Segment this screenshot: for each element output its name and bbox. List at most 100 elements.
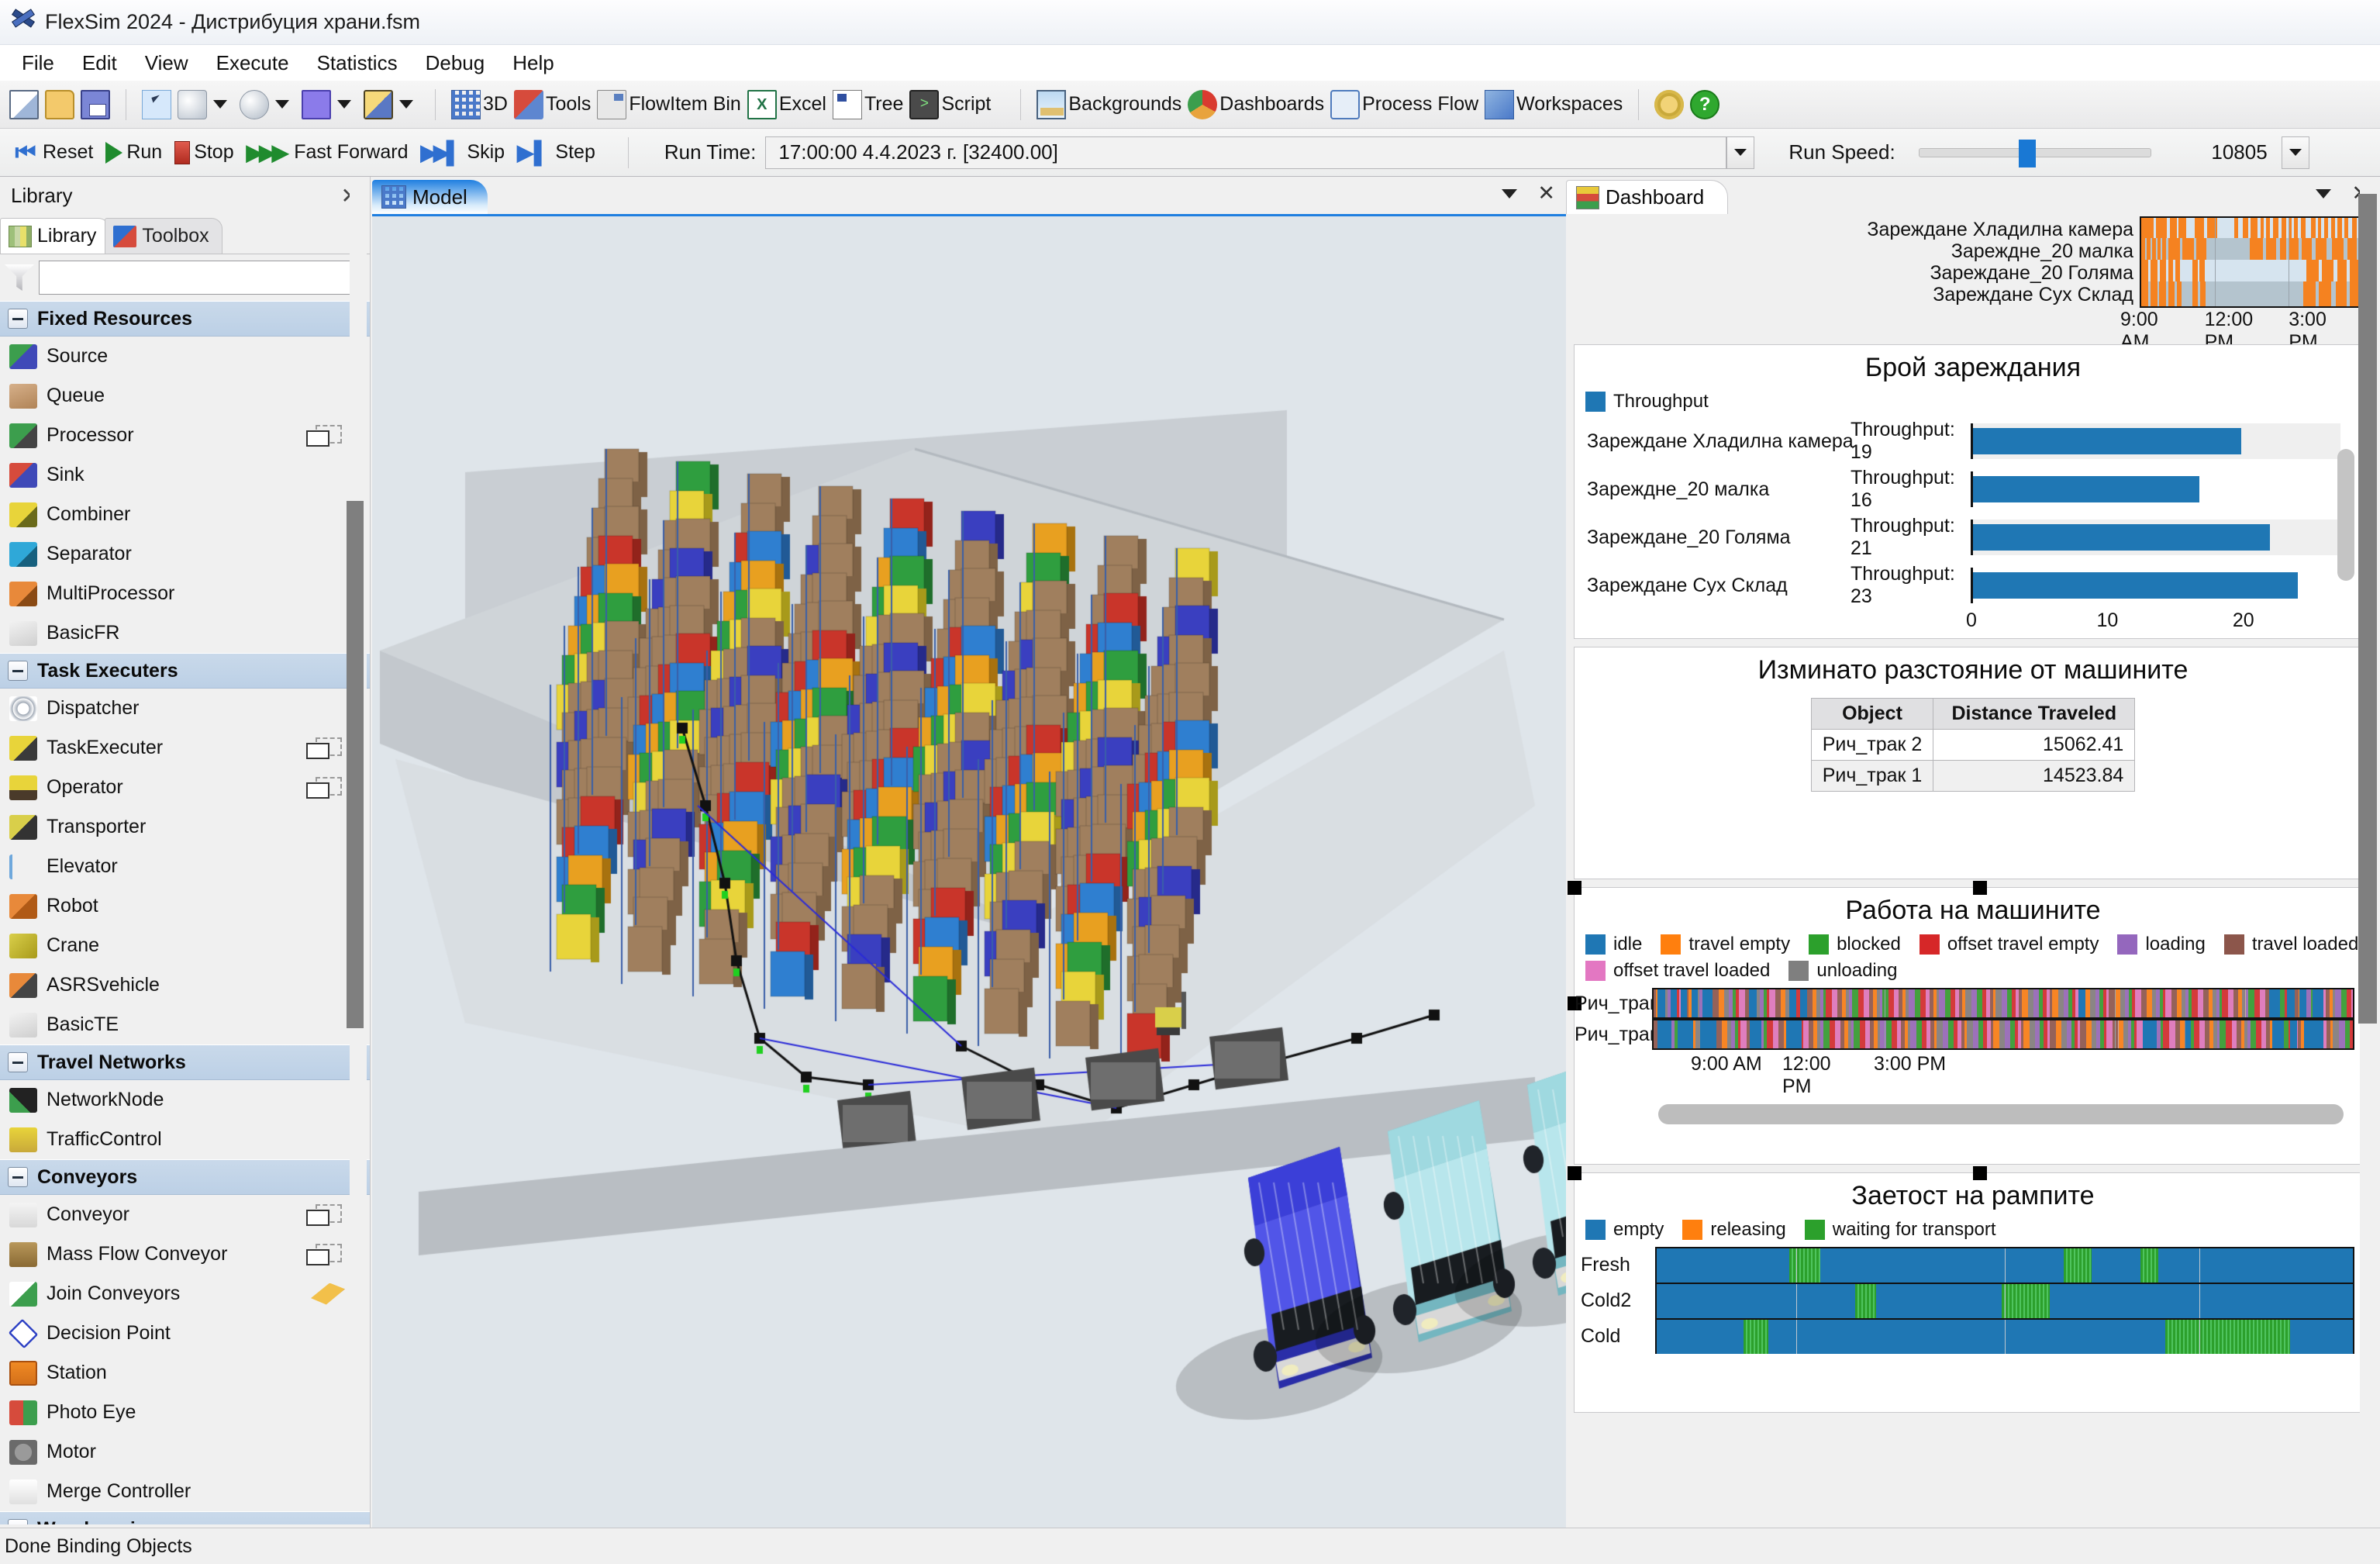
library-item-dispatcher[interactable]: Dispatcher <box>0 689 370 728</box>
library-item-operator[interactable]: Operator <box>0 768 370 807</box>
library-item-robot[interactable]: Robot <box>0 886 370 926</box>
duplicate-object-icon[interactable] <box>306 1203 342 1226</box>
select-cursor-button[interactable] <box>139 86 174 123</box>
library-group-conveyors[interactable]: Conveyors <box>0 1159 370 1195</box>
bar-chart-scrollbar[interactable] <box>2337 449 2354 581</box>
disconnect-dropdown-icon[interactable] <box>275 100 289 109</box>
library-item-taskexecuter[interactable]: TaskExecuter <box>0 728 370 768</box>
dashboard-scrollbar[interactable] <box>2358 177 2378 1527</box>
new-model-button[interactable] <box>6 86 42 123</box>
resize-handle[interactable] <box>1973 1166 1987 1180</box>
library-list[interactable]: Fixed Resources Source Queue Processor Sink C… <box>0 301 370 1524</box>
flowitem-bin-button[interactable]: FlowItem Bin <box>594 86 743 123</box>
workspaces-button[interactable]: Workspaces <box>1481 86 1626 123</box>
menu-item-statistics[interactable]: Statistics <box>303 48 412 78</box>
reset-button[interactable]: ⏮ Reset <box>6 140 99 166</box>
model-3d-viewport[interactable] <box>372 214 1566 1528</box>
library-item-asrsvehicle[interactable]: ASRSvehicle <box>0 965 370 1005</box>
menu-item-view[interactable]: View <box>131 48 202 78</box>
collapse-expand-icon[interactable] <box>8 1052 28 1072</box>
gantt-horizontal-scrollbar[interactable] <box>1658 1104 2344 1124</box>
distance-traveled-table-card[interactable]: Изминато разстояние от машините Object Dis… <box>1574 647 2372 879</box>
library-item-sink[interactable]: Sink <box>0 455 370 495</box>
library-item-station[interactable]: Station <box>0 1353 370 1393</box>
run-button[interactable]: Run <box>99 141 168 164</box>
library-item-crane[interactable]: Crane <box>0 926 370 965</box>
tree-button[interactable]: Tree <box>830 86 906 123</box>
menu-item-debug[interactable]: Debug <box>412 48 499 78</box>
resize-handle[interactable] <box>1973 881 1987 895</box>
run-time-dropdown[interactable] <box>1726 136 1755 169</box>
library-item-combiner[interactable]: Combiner <box>0 495 370 534</box>
visuals-button[interactable] <box>360 86 396 123</box>
library-item-elevator[interactable]: Elevator <box>0 847 370 886</box>
collapse-expand-icon[interactable] <box>8 661 28 681</box>
excel-button[interactable]: Excel <box>744 86 830 123</box>
library-item-decision-point[interactable]: Decision Point <box>0 1314 370 1353</box>
library-group-fixed-resources[interactable]: Fixed Resources <box>0 301 370 337</box>
visuals-dropdown-icon[interactable] <box>399 100 413 109</box>
dock-occupancy-gantt-card[interactable]: Заетост на рампите empty releasing waiting … <box>1568 1166 2378 1413</box>
tools-button[interactable]: Tools <box>511 86 594 123</box>
library-group-travel-networks[interactable]: Travel Networks <box>0 1044 370 1080</box>
connect-dropdown-icon[interactable] <box>213 100 227 109</box>
fast-forward-button[interactable]: ▶▶▶ Fast Forward <box>240 140 415 165</box>
menu-item-file[interactable]: File <box>8 48 68 78</box>
library-scrollbar-thumb[interactable] <box>347 501 364 1028</box>
open-model-button[interactable] <box>42 86 78 123</box>
library-item-conveyor[interactable]: Conveyor <box>0 1195 370 1234</box>
collapse-expand-icon[interactable] <box>8 1167 28 1187</box>
library-item-networknode[interactable]: NetworkNode <box>0 1080 370 1120</box>
model-3d-canvas[interactable] <box>372 216 1566 1528</box>
menu-item-help[interactable]: Help <box>498 48 567 78</box>
library-item-motor[interactable]: Motor <box>0 1432 370 1472</box>
save-model-button[interactable] <box>78 86 113 123</box>
model-panel-menu-icon[interactable] <box>1502 188 1518 199</box>
library-item-multiprocessor[interactable]: MultiProcessor <box>0 574 370 613</box>
run-speed-slider-thumb[interactable] <box>2018 139 2036 167</box>
backgrounds-button[interactable]: Backgrounds <box>1033 86 1185 123</box>
model-panel-close-icon[interactable]: ✕ <box>1537 181 1555 205</box>
tab-dashboard[interactable]: Dashboard <box>1566 180 1729 214</box>
edit-pencil-icon[interactable] <box>311 1283 345 1305</box>
library-item-separator[interactable]: Separator <box>0 534 370 574</box>
duplicate-object-icon[interactable] <box>306 776 342 799</box>
library-filter-input[interactable] <box>39 261 365 295</box>
highlight-color-button[interactable] <box>298 86 334 123</box>
tab-model[interactable]: Model <box>372 180 488 214</box>
stop-button[interactable]: Stop <box>168 140 240 164</box>
collapse-expand-icon[interactable] <box>8 309 28 329</box>
step-button[interactable]: ▶▌ Step <box>511 140 602 165</box>
library-group-task-executers[interactable]: Task Executers <box>0 653 370 689</box>
library-group-warehousing[interactable]: Warehousing <box>0 1511 370 1524</box>
menu-item-edit[interactable]: Edit <box>68 48 131 78</box>
disconnect-objects-button[interactable] <box>236 86 272 123</box>
library-item-transporter[interactable]: Transporter <box>0 807 370 847</box>
resize-handle[interactable] <box>1568 881 1581 895</box>
throughput-bar-chart[interactable]: Брой зареждания Throughput Зареждане Хлади… <box>1574 344 2372 639</box>
library-item-source[interactable]: Source <box>0 337 370 376</box>
library-item-join-conveyors[interactable]: Join Conveyors <box>0 1274 370 1314</box>
script-button[interactable]: Script <box>906 86 994 123</box>
resize-handle[interactable] <box>1568 1166 1581 1180</box>
view-3d-button[interactable]: 3D <box>448 86 511 123</box>
machine-state-gantt-card[interactable]: Работа на машините idle travel empty blocke… <box>1568 881 2378 1165</box>
skip-button[interactable]: ▶▶▌ Skip <box>415 140 512 165</box>
library-item-mass-flow-conveyor[interactable]: Mass Flow Conveyor <box>0 1234 370 1274</box>
library-item-basicfr[interactable]: BasicFR <box>0 613 370 653</box>
filter-funnel-icon[interactable] <box>5 264 34 291</box>
library-item-queue[interactable]: Queue <box>0 376 370 416</box>
run-speed-dropdown[interactable] <box>2281 136 2309 169</box>
duplicate-object-icon[interactable] <box>306 737 342 759</box>
dashboard-panel-menu-icon[interactable] <box>2316 188 2332 199</box>
connect-objects-button[interactable] <box>174 86 210 123</box>
library-item-basicte[interactable]: BasicTE <box>0 1005 370 1044</box>
help-button[interactable] <box>1687 86 1723 123</box>
library-item-trafficcontrol[interactable]: TrafficControl <box>0 1120 370 1159</box>
loading-gantt-chart[interactable]: Зареждане Хладилна камера Зареждне_20 мал… <box>1574 216 2372 380</box>
settings-button[interactable] <box>1651 86 1687 123</box>
dashboard-scrollbar-thumb[interactable] <box>2358 194 2377 1024</box>
color-dropdown-icon[interactable] <box>337 100 351 109</box>
library-scrollbar[interactable] <box>347 177 367 1400</box>
collapse-expand-icon[interactable] <box>8 1519 28 1524</box>
